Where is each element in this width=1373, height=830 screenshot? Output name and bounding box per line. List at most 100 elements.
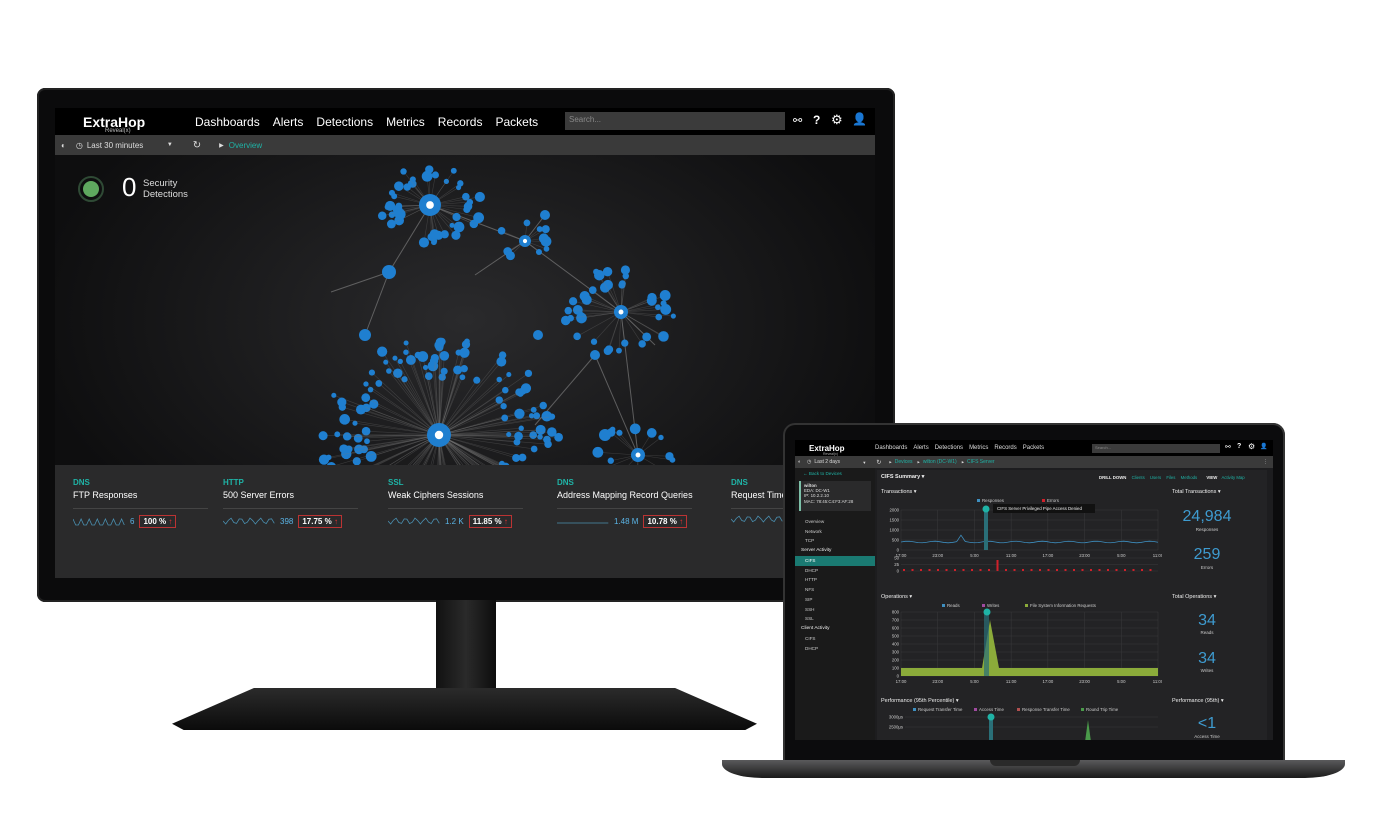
node[interactable] — [364, 438, 370, 445]
node[interactable] — [536, 226, 543, 233]
chevron-down-icon[interactable]: ▼ — [862, 460, 866, 465]
nav-dashboards[interactable]: Dashboards — [195, 115, 260, 129]
operations-title[interactable]: Operations ▾ — [881, 594, 912, 600]
logo[interactable]: ExtraHop Reveal(x) — [809, 444, 875, 456]
node[interactable] — [578, 311, 584, 318]
node[interactable] — [548, 413, 556, 420]
node[interactable] — [655, 313, 663, 321]
node[interactable] — [403, 340, 409, 346]
node[interactable] — [567, 314, 574, 322]
node[interactable] — [540, 210, 550, 220]
node[interactable] — [334, 431, 341, 438]
back-to-devices-link[interactable]: ← Back to Devices — [795, 468, 875, 481]
node[interactable] — [452, 212, 461, 222]
node[interactable] — [496, 356, 507, 367]
card-percent-badge[interactable]: 17.75 % ↑ — [298, 515, 342, 528]
node[interactable] — [594, 269, 605, 281]
user-icon[interactable]: 👤 — [852, 112, 867, 126]
node[interactable] — [658, 434, 664, 441]
node[interactable] — [500, 403, 507, 410]
drill-methods[interactable]: Methods — [1181, 475, 1197, 480]
breadcrumb-cifs-server[interactable]: CIFS Server — [967, 459, 995, 465]
search-input[interactable]: Search... — [1092, 444, 1220, 453]
sidebar-item[interactable]: Overview — [795, 517, 875, 527]
node[interactable] — [393, 368, 403, 378]
nav-metrics[interactable]: Metrics — [386, 115, 425, 129]
node[interactable] — [377, 211, 387, 221]
node[interactable] — [514, 408, 525, 419]
node[interactable] — [501, 414, 509, 422]
total-operations-title[interactable]: Total Operations ▾ — [1172, 594, 1216, 600]
node[interactable] — [564, 306, 573, 315]
event-marker-icon[interactable] — [987, 713, 995, 721]
node[interactable] — [386, 219, 396, 229]
gear-icon[interactable]: ⚙ — [1248, 442, 1255, 451]
node[interactable] — [337, 397, 347, 407]
operations-chart[interactable]: 800700600500400300200100017:00 23:00 5:00 1… — [877, 608, 1162, 690]
performance-95-title[interactable]: Performance (95th) ▾ — [1172, 698, 1224, 704]
node[interactable] — [535, 248, 543, 256]
node[interactable] — [418, 237, 430, 248]
theme-toggle-icon[interactable]: ◐ — [61, 141, 66, 150]
node[interactable] — [659, 290, 671, 301]
node[interactable] — [367, 386, 374, 393]
node[interactable] — [429, 229, 440, 239]
node[interactable] — [588, 286, 597, 294]
node[interactable] — [474, 191, 485, 203]
node[interactable] — [590, 338, 598, 345]
node[interactable] — [400, 168, 407, 175]
node[interactable] — [554, 432, 563, 442]
total-transactions-title[interactable]: Total Transactions ▾ — [1172, 489, 1221, 495]
node[interactable] — [543, 246, 550, 252]
node[interactable] — [539, 401, 547, 410]
node[interactable] — [424, 372, 433, 380]
node[interactable] — [377, 346, 388, 357]
node[interactable] — [450, 167, 457, 174]
node[interactable] — [670, 313, 676, 319]
node[interactable] — [339, 444, 349, 454]
node[interactable] — [616, 347, 622, 354]
node[interactable] — [568, 297, 578, 306]
time-range-selector[interactable]: Last 2 days — [814, 459, 862, 465]
nav-records[interactable]: Records — [994, 445, 1016, 451]
node[interactable] — [518, 425, 524, 431]
node[interactable] — [353, 433, 363, 443]
node[interactable] — [365, 450, 377, 462]
node[interactable] — [331, 392, 337, 398]
node[interactable] — [361, 393, 371, 403]
card-percent-badge[interactable]: 100 % ↑ — [139, 515, 177, 528]
nav-detections[interactable]: Detections — [316, 115, 373, 129]
performance-chart[interactable]: 3000µs 2500µs — [877, 712, 1162, 740]
card-percent-badge[interactable]: 11.85 % ↑ — [468, 515, 512, 528]
sidebar-item-server-ssh[interactable]: SSH — [795, 605, 875, 615]
node[interactable] — [368, 369, 375, 376]
node[interactable] — [339, 414, 351, 425]
node[interactable] — [355, 404, 366, 415]
node[interactable] — [403, 183, 411, 191]
sidebar-item-server-ssl[interactable]: SSL — [795, 614, 875, 624]
sidebar-item-client-dhcp[interactable]: DHCP — [795, 644, 875, 654]
node[interactable] — [599, 429, 611, 441]
drill-files[interactable]: Files — [1166, 475, 1175, 480]
user-icon[interactable]: 👤 — [1260, 443, 1267, 450]
node[interactable] — [502, 386, 509, 394]
drill-users[interactable]: Users — [1150, 475, 1161, 480]
node[interactable] — [590, 350, 600, 360]
node[interactable] — [538, 233, 549, 244]
node[interactable] — [669, 456, 676, 463]
node[interactable] — [397, 358, 403, 365]
event-marker-icon[interactable] — [982, 505, 990, 513]
node[interactable] — [421, 170, 433, 182]
node[interactable] — [325, 454, 332, 461]
node[interactable] — [646, 428, 657, 438]
node[interactable] — [530, 406, 537, 413]
node[interactable] — [453, 365, 463, 375]
node[interactable] — [459, 347, 470, 358]
sidebar-item-server-nfs[interactable]: NFS — [795, 585, 875, 595]
node[interactable] — [464, 338, 470, 345]
node[interactable] — [638, 340, 646, 348]
node[interactable] — [431, 171, 439, 179]
card-percent-badge[interactable]: 10.78 % ↑ — [643, 515, 688, 528]
node[interactable] — [604, 345, 614, 354]
node[interactable] — [456, 184, 462, 191]
